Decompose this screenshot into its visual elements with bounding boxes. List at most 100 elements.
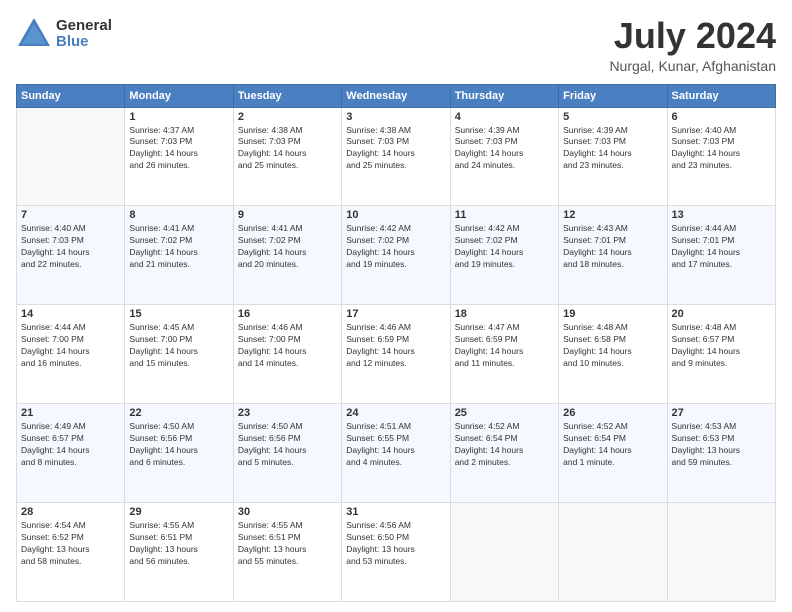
calendar-week-row: 28Sunrise: 4:54 AMSunset: 6:52 PMDayligh… [17, 503, 776, 602]
header: General Blue July 2024 Nurgal, Kunar, Af… [16, 16, 776, 74]
day-info: Sunrise: 4:40 AMSunset: 7:03 PMDaylight:… [21, 223, 120, 271]
day-info: Sunrise: 4:43 AMSunset: 7:01 PMDaylight:… [563, 223, 662, 271]
header-tuesday: Tuesday [233, 84, 341, 107]
calendar-week-row: 7 Sunrise: 4:40 AMSunset: 7:03 PMDaylight… [17, 206, 776, 305]
table-row: 1Sunrise: 4:37 AMSunset: 7:03 PMDaylight… [125, 107, 233, 206]
table-row: 22 Sunrise: 4:50 AMSunset: 6:56 PMDayligh… [125, 404, 233, 503]
day-number: 4 [455, 111, 554, 123]
location-title: Nurgal, Kunar, Afghanistan [609, 58, 776, 74]
month-title: July 2024 [609, 16, 776, 56]
table-row: 31Sunrise: 4:56 AMSunset: 6:50 PMDayligh… [342, 503, 450, 602]
header-wednesday: Wednesday [342, 84, 450, 107]
day-number: 21 [21, 407, 120, 419]
weekday-header-row: Sunday Monday Tuesday Wednesday Thursday… [17, 84, 776, 107]
day-info: Sunrise: 4:40 AMSunset: 7:03 PMDaylight:… [672, 125, 771, 173]
table-row: 23 Sunrise: 4:50 AMSunset: 6:56 PMDayligh… [233, 404, 341, 503]
table-row: 14 Sunrise: 4:44 AMSunset: 7:00 PMDayligh… [17, 305, 125, 404]
day-info: Sunrise: 4:45 AMSunset: 7:00 PMDaylight:… [129, 322, 228, 370]
table-row: 5 Sunrise: 4:39 AMSunset: 7:03 PMDaylight… [559, 107, 667, 206]
table-row: 8Sunrise: 4:41 AMSunset: 7:02 PMDaylight… [125, 206, 233, 305]
day-number: 20 [672, 308, 771, 320]
table-row: 11Sunrise: 4:42 AMSunset: 7:02 PMDayligh… [450, 206, 558, 305]
day-number: 25 [455, 407, 554, 419]
table-row: 15 Sunrise: 4:45 AMSunset: 7:00 PMDayligh… [125, 305, 233, 404]
day-number: 22 [129, 407, 228, 419]
day-info: Sunrise: 4:46 AMSunset: 6:59 PMDaylight:… [346, 322, 445, 370]
day-number: 2 [238, 111, 337, 123]
day-number: 6 [672, 111, 771, 123]
day-number: 27 [672, 407, 771, 419]
day-number: 26 [563, 407, 662, 419]
calendar-week-row: 14 Sunrise: 4:44 AMSunset: 7:00 PMDayligh… [17, 305, 776, 404]
day-info: Sunrise: 4:38 AMSunset: 7:03 PMDaylight:… [346, 125, 445, 173]
table-row: 24 Sunrise: 4:51 AMSunset: 6:55 PMDayligh… [342, 404, 450, 503]
day-info: Sunrise: 4:53 AMSunset: 6:53 PMDaylight:… [672, 421, 771, 469]
day-number: 15 [129, 308, 228, 320]
day-number: 30 [238, 506, 337, 518]
table-row: 3 Sunrise: 4:38 AMSunset: 7:03 PMDaylight… [342, 107, 450, 206]
logo-icon [16, 16, 52, 52]
day-info: Sunrise: 4:48 AMSunset: 6:57 PMDaylight:… [672, 322, 771, 370]
table-row: 17 Sunrise: 4:46 AMSunset: 6:59 PMDayligh… [342, 305, 450, 404]
header-monday: Monday [125, 84, 233, 107]
day-info: Sunrise: 4:44 AMSunset: 7:00 PMDaylight:… [21, 322, 120, 370]
day-number: 29 [129, 506, 228, 518]
table-row: 26Sunrise: 4:52 AMSunset: 6:54 PMDayligh… [559, 404, 667, 503]
day-number: 23 [238, 407, 337, 419]
day-number: 12 [563, 209, 662, 221]
table-row: 13Sunrise: 4:44 AMSunset: 7:01 PMDayligh… [667, 206, 775, 305]
day-info: Sunrise: 4:39 AMSunset: 7:03 PMDaylight:… [455, 125, 554, 173]
day-number: 3 [346, 111, 445, 123]
calendar-table: Sunday Monday Tuesday Wednesday Thursday… [16, 84, 776, 602]
table-row [17, 107, 125, 206]
table-row: 27 Sunrise: 4:53 AMSunset: 6:53 PMDayligh… [667, 404, 775, 503]
day-number: 18 [455, 308, 554, 320]
header-friday: Friday [559, 84, 667, 107]
table-row: 6 Sunrise: 4:40 AMSunset: 7:03 PMDaylight… [667, 107, 775, 206]
day-info: Sunrise: 4:46 AMSunset: 7:00 PMDaylight:… [238, 322, 337, 370]
day-info: Sunrise: 4:54 AMSunset: 6:52 PMDaylight:… [21, 520, 120, 568]
logo: General Blue [16, 16, 112, 52]
day-info: Sunrise: 4:55 AMSunset: 6:51 PMDaylight:… [238, 520, 337, 568]
day-number: 10 [346, 209, 445, 221]
table-row: 21 Sunrise: 4:49 AMSunset: 6:57 PMDayligh… [17, 404, 125, 503]
day-info: Sunrise: 4:48 AMSunset: 6:58 PMDaylight:… [563, 322, 662, 370]
day-info: Sunrise: 4:52 AMSunset: 6:54 PMDaylight:… [455, 421, 554, 469]
day-info: Sunrise: 4:55 AMSunset: 6:51 PMDaylight:… [129, 520, 228, 568]
logo-blue-text: Blue [56, 34, 112, 51]
day-number: 8 [129, 209, 228, 221]
day-number: 14 [21, 308, 120, 320]
logo-name: General Blue [56, 18, 112, 51]
day-info: Sunrise: 4:50 AMSunset: 6:56 PMDaylight:… [238, 421, 337, 469]
day-info: Sunrise: 4:41 AMSunset: 7:02 PMDaylight:… [238, 223, 337, 271]
table-row: 4 Sunrise: 4:39 AMSunset: 7:03 PMDaylight… [450, 107, 558, 206]
day-info: Sunrise: 4:49 AMSunset: 6:57 PMDaylight:… [21, 421, 120, 469]
day-number: 16 [238, 308, 337, 320]
table-row: 7 Sunrise: 4:40 AMSunset: 7:03 PMDaylight… [17, 206, 125, 305]
header-thursday: Thursday [450, 84, 558, 107]
day-number: 24 [346, 407, 445, 419]
table-row: 20 Sunrise: 4:48 AMSunset: 6:57 PMDayligh… [667, 305, 775, 404]
day-number: 7 [21, 209, 120, 221]
logo-general-text: General [56, 18, 112, 35]
table-row: 29 Sunrise: 4:55 AMSunset: 6:51 PMDayligh… [125, 503, 233, 602]
table-row [450, 503, 558, 602]
table-row: 25 Sunrise: 4:52 AMSunset: 6:54 PMDayligh… [450, 404, 558, 503]
table-row: 30 Sunrise: 4:55 AMSunset: 6:51 PMDayligh… [233, 503, 341, 602]
calendar-week-row: 1Sunrise: 4:37 AMSunset: 7:03 PMDaylight… [17, 107, 776, 206]
day-info: Sunrise: 4:47 AMSunset: 6:59 PMDaylight:… [455, 322, 554, 370]
table-row: 18 Sunrise: 4:47 AMSunset: 6:59 PMDayligh… [450, 305, 558, 404]
day-number: 17 [346, 308, 445, 320]
day-info: Sunrise: 4:37 AMSunset: 7:03 PMDaylight:… [129, 125, 228, 173]
day-info: Sunrise: 4:51 AMSunset: 6:55 PMDaylight:… [346, 421, 445, 469]
page: General Blue July 2024 Nurgal, Kunar, Af… [0, 0, 792, 612]
header-sunday: Sunday [17, 84, 125, 107]
day-number: 31 [346, 506, 445, 518]
day-info: Sunrise: 4:50 AMSunset: 6:56 PMDaylight:… [129, 421, 228, 469]
day-number: 5 [563, 111, 662, 123]
day-info: Sunrise: 4:42 AMSunset: 7:02 PMDaylight:… [455, 223, 554, 271]
table-row: 28Sunrise: 4:54 AMSunset: 6:52 PMDayligh… [17, 503, 125, 602]
title-area: July 2024 Nurgal, Kunar, Afghanistan [609, 16, 776, 74]
day-number: 13 [672, 209, 771, 221]
day-info: Sunrise: 4:39 AMSunset: 7:03 PMDaylight:… [563, 125, 662, 173]
